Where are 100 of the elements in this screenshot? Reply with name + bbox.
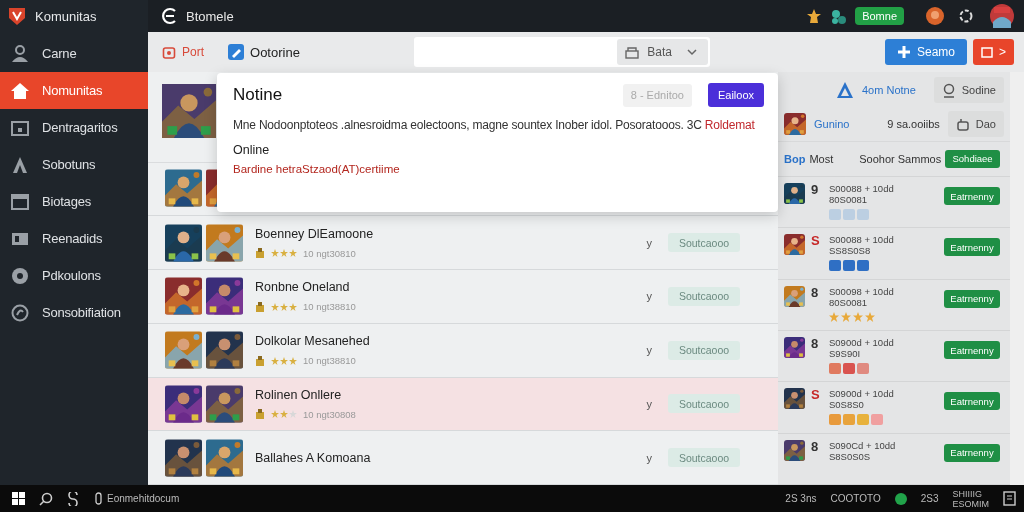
notice-link[interactable]: Roldemat xyxy=(704,118,755,132)
sidebar-item[interactable]: Reenadids xyxy=(0,220,148,257)
action-button[interactable]: Soutcaooo xyxy=(668,448,740,468)
star-icon xyxy=(853,311,863,322)
lock-icon xyxy=(625,45,640,59)
app-title: Btomele xyxy=(186,8,234,24)
action-mark: y xyxy=(646,236,652,249)
search-icon xyxy=(39,491,53,506)
action-button[interactable]: Soutcaooo xyxy=(668,340,740,360)
user-count: 9 sa.ooiibs xyxy=(887,118,940,131)
rank-label: 8 xyxy=(811,337,820,352)
sidebar-item[interactable]: Carne xyxy=(0,35,148,72)
game-title: Rolinen Onllere xyxy=(255,387,343,402)
notification-icon xyxy=(1003,491,1016,506)
game-title: Dolkolar Mesanehed xyxy=(255,334,371,349)
rank-label: S xyxy=(811,234,821,249)
taskbar-app[interactable]: Eonmehitdocum xyxy=(107,493,180,504)
row-text: S0S8S0 xyxy=(829,399,865,411)
row-button[interactable]: Eatrnenny xyxy=(944,289,1000,308)
ring-icon xyxy=(10,302,30,323)
rank-label: 8 xyxy=(811,285,820,300)
swirl-icon xyxy=(67,491,80,506)
plus-icon xyxy=(896,45,911,59)
row-text: S9S90I xyxy=(829,348,862,360)
status-label: Online xyxy=(233,143,271,157)
panel-button[interactable]: Sodine xyxy=(933,77,1004,104)
column-header: Bop xyxy=(784,152,806,165)
primary-button[interactable]: Eailoox xyxy=(707,83,764,107)
sidebar-item[interactable]: Dentragaritos xyxy=(0,109,148,146)
row-button[interactable]: Eatrnenny xyxy=(944,392,1000,411)
channel-link[interactable]: Ootorine xyxy=(228,44,300,60)
bag-icon xyxy=(255,248,265,259)
square-icon xyxy=(981,46,993,58)
row-button[interactable]: Eatrnenny xyxy=(944,443,1000,462)
bag-icon xyxy=(255,409,265,420)
loading-icon xyxy=(958,8,974,24)
rank-label: 9 xyxy=(811,183,820,198)
game-meta: 10 ngt38810 xyxy=(303,301,356,313)
window-icon xyxy=(10,191,30,212)
user-button[interactable]: Dao xyxy=(947,111,1004,138)
row-button[interactable]: Eatrnenny xyxy=(944,187,1000,206)
game-title: Ballahes A Komoana xyxy=(255,450,372,465)
tray-text: COOTOTO xyxy=(830,493,881,504)
action-mark: y xyxy=(646,344,652,357)
next-button[interactable]: > xyxy=(973,39,1014,65)
row-button[interactable]: Eatrnenny xyxy=(944,341,1000,360)
user-icon xyxy=(941,82,956,98)
game-title: Ronbne Oneland xyxy=(255,280,351,295)
user-name: Gunino xyxy=(814,118,850,131)
bag-icon xyxy=(255,355,265,366)
column-header: Most xyxy=(809,152,834,165)
search-field[interactable]: Bata xyxy=(413,37,710,67)
primary-button[interactable]: Seamo xyxy=(884,39,967,65)
sidebar-item[interactable]: Sonsobifiation xyxy=(0,294,148,331)
row-text: SS8S0S8 xyxy=(829,245,872,257)
bag-icon xyxy=(255,301,265,312)
panel-title: 4om Notne xyxy=(862,84,916,97)
filter-dropdown[interactable]: Bata xyxy=(617,39,708,65)
home-icon xyxy=(10,80,30,101)
post-link[interactable]: Port xyxy=(162,45,204,59)
row-text: S00098 + 10dd xyxy=(829,285,895,297)
row-text: 80S0081 xyxy=(829,194,869,206)
triangle-logo-icon xyxy=(836,81,854,100)
chevron-down-icon xyxy=(685,46,698,58)
windows-start-icon xyxy=(12,492,25,505)
tray-text: 2S3 xyxy=(920,493,939,504)
star-icon xyxy=(806,8,823,24)
app-name: Komunitas xyxy=(35,8,97,24)
row-text: S0900d + 10dd xyxy=(829,388,895,400)
secondary-button[interactable]: 8 - Ednitoo xyxy=(622,83,692,107)
game-meta: 10 ngt30808 xyxy=(303,408,356,420)
action-mark: y xyxy=(646,290,652,303)
action-mark: y xyxy=(646,397,652,410)
action-button[interactable]: Soutcaooo xyxy=(668,394,740,414)
game-meta: 10 ngt38810 xyxy=(303,355,356,367)
disc-icon xyxy=(10,265,30,286)
people-icon xyxy=(830,7,848,25)
header-button[interactable]: Sohdiaee xyxy=(945,149,1000,168)
rank-label: S xyxy=(811,388,821,403)
game-meta: 10 ngt30810 xyxy=(303,247,356,259)
star-icon xyxy=(829,311,839,322)
row-text: S090Cd + 10dd xyxy=(829,439,897,451)
action-button[interactable]: Soutcaooo xyxy=(668,286,740,306)
status-note: Bardine hetraStzaod(AT)certiime xyxy=(233,163,401,175)
sidebar-item[interactable]: Nomunitas xyxy=(0,72,148,109)
star-icon xyxy=(865,311,875,322)
star-icon xyxy=(841,311,851,322)
action-button[interactable]: Soutcaooo xyxy=(668,233,740,253)
sidebar-item[interactable]: Sobotuns xyxy=(0,146,148,183)
clock: SHIIIIG ESOMIM xyxy=(952,488,989,509)
row-text: S00088 + 10dd xyxy=(829,234,895,246)
sidebar-item[interactable]: Pdkoulons xyxy=(0,257,148,294)
loop-logo-icon xyxy=(160,7,178,25)
tray-text: 2S 3ns xyxy=(785,493,817,504)
user-icon xyxy=(10,43,30,64)
row-button[interactable]: Eatrnenny xyxy=(944,238,1000,257)
action-mark: y xyxy=(646,451,652,464)
sidebar-item[interactable]: Biotages xyxy=(0,183,148,220)
row-text: S00088 + 10dd xyxy=(829,183,895,195)
rank-label: 8 xyxy=(811,439,820,454)
